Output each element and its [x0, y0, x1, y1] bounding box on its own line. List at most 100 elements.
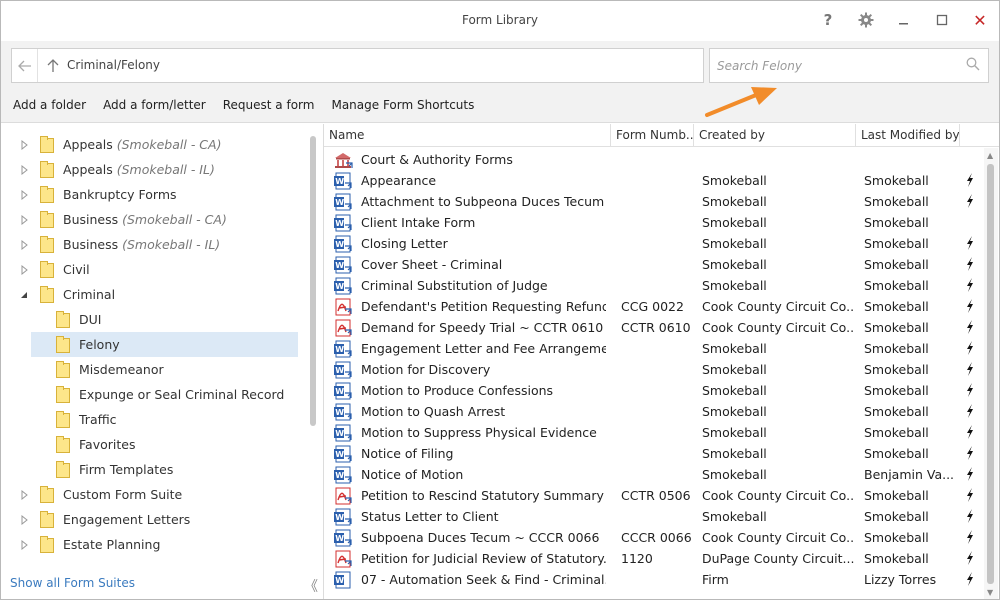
table-row[interactable]: W Status Letter to Client Smokeball Smokeba… — [324, 507, 984, 528]
tree-item[interactable]: Business (Smokeball - CA) — [1, 207, 301, 232]
minimize-icon — [899, 23, 908, 25]
table-row[interactable]: W Motion to Quash Arrest Smokeball Smokebal… — [324, 402, 984, 423]
tree-item-name: Bankruptcy Forms — [63, 187, 177, 202]
tree-item-label: Criminal — [63, 287, 115, 302]
search-input[interactable]: Search Felony — [709, 48, 989, 83]
cell-last-modified-by: Lizzy Torres — [864, 572, 937, 587]
word-doc-icon: W — [334, 571, 351, 589]
folder-icon — [40, 211, 54, 228]
table-row[interactable]: W 07 - Automation Seek & Find - Criminal.… — [324, 570, 984, 591]
collapsed-arrow-icon[interactable] — [19, 190, 29, 200]
table-row[interactable]: Demand for Speedy Trial ~ CCTR 0610 CCTR … — [324, 318, 984, 339]
collapsed-arrow-icon[interactable] — [19, 215, 29, 225]
add-folder-button[interactable]: Add a folder — [13, 98, 86, 112]
tree-item[interactable]: Business (Smokeball - IL) — [1, 232, 301, 257]
column-header-last-modified-by[interactable]: Last Modified by — [856, 124, 960, 147]
collapsed-arrow-icon[interactable] — [19, 490, 29, 500]
tree-item[interactable]: Civil — [1, 257, 301, 282]
table-row[interactable]: Defendant's Petition Requesting Refund..… — [324, 297, 984, 318]
cell-created-by: Cook County Circuit Co... — [702, 488, 854, 503]
tree-item-name: Expunge or Seal Criminal Record — [79, 387, 285, 402]
tree-item[interactable]: Custom Form Suite — [1, 482, 301, 507]
table-row[interactable]: W Notice of Motion Smokeball Benjamin Va... — [324, 465, 984, 486]
table-row[interactable]: W Subpoena Duces Tecum ~ CCCR 0066 CCCR 00… — [324, 528, 984, 549]
cell-created-by: Smokeball — [702, 446, 767, 461]
table-row[interactable]: Petition for Judicial Review of Statutor… — [324, 549, 984, 570]
tree-item-name: Estate Planning — [63, 537, 161, 552]
table-row[interactable]: W Criminal Substitution of Judge Smokeball… — [324, 276, 984, 297]
table-row[interactable]: W Attachment to Subpeona Duces Tecum Smoke… — [324, 192, 984, 213]
automation-bolt-icon — [967, 362, 973, 376]
help-button[interactable]: ? — [815, 9, 841, 31]
folder-icon — [40, 186, 54, 203]
tree-item[interactable]: Criminal — [1, 282, 301, 307]
collapse-panel-icon[interactable]: 《 — [304, 576, 318, 596]
cell-created-by: Smokeball — [702, 467, 767, 482]
up-button[interactable] — [42, 49, 64, 82]
maximize-button[interactable] — [929, 9, 955, 31]
table-row[interactable]: W Client Intake Form Smokeball Smokeball — [324, 213, 984, 234]
tree-scrollbar[interactable] — [310, 136, 316, 426]
table-row[interactable]: W Closing Letter Smokeball Smokeball — [324, 234, 984, 255]
close-button[interactable]: ✕ — [967, 9, 993, 31]
collapsed-arrow-icon[interactable] — [19, 240, 29, 250]
tree-item[interactable]: Engagement Letters — [1, 507, 301, 532]
tree-item[interactable]: Favorites — [1, 432, 301, 457]
table-row[interactable]: W Appearance Smokeball Smokeball — [324, 171, 984, 192]
show-all-form-suites-link[interactable]: Show all Form Suites — [10, 576, 135, 590]
table-row[interactable]: W Engagement Letter and Fee Arrangement Sm… — [324, 339, 984, 360]
folder-icon — [56, 361, 70, 378]
callout-arrow-icon — [705, 87, 777, 117]
tree-item[interactable]: Traffic — [1, 407, 301, 432]
cell-form-number: 1120 — [621, 551, 653, 566]
automation-bolt-icon — [967, 446, 973, 460]
tree-item-label: Custom Form Suite — [63, 487, 182, 502]
back-button[interactable] — [12, 49, 38, 82]
list-scrollbar-thumb[interactable] — [987, 164, 994, 584]
collapsed-arrow-icon[interactable] — [19, 140, 29, 150]
automation-bolt-icon — [967, 341, 973, 355]
table-row[interactable]: W Motion for Discovery Smokeball Smokeball — [324, 360, 984, 381]
collapsed-arrow-icon[interactable] — [19, 540, 29, 550]
search-icon[interactable] — [966, 57, 980, 71]
svg-text:W: W — [335, 450, 344, 459]
column-header-form-number[interactable]: Form Numb... — [611, 124, 694, 147]
tree-item[interactable]: DUI — [1, 307, 301, 332]
column-header-created-by[interactable]: Created by — [694, 124, 856, 147]
folder-icon — [56, 461, 70, 478]
table-row[interactable]: W Cover Sheet - Criminal Smokeball Smokebal… — [324, 255, 984, 276]
collapsed-arrow-icon[interactable] — [19, 515, 29, 525]
tree-item[interactable]: Appeals (Smokeball - CA) — [1, 132, 301, 157]
collapsed-arrow-icon[interactable] — [19, 165, 29, 175]
cell-created-by: Smokeball — [702, 215, 767, 230]
scroll-down-icon[interactable]: ▼ — [987, 588, 993, 597]
table-row[interactable]: Court & Authority Forms — [324, 150, 984, 171]
automation-bolt-icon — [967, 488, 973, 502]
minimize-button[interactable] — [891, 9, 917, 31]
word-doc-icon: W — [334, 508, 352, 526]
add-form-letter-button[interactable]: Add a form/letter — [103, 98, 206, 112]
table-row[interactable]: Petition to Rescind Statutory Summary S.… — [324, 486, 984, 507]
column-header-name[interactable]: Name — [324, 124, 611, 147]
scroll-up-icon[interactable]: ▲ — [987, 151, 993, 160]
tree-item[interactable]: Misdemeanor — [1, 357, 301, 382]
manage-form-shortcuts-button[interactable]: Manage Form Shortcuts — [331, 98, 474, 112]
tree-item[interactable]: Expunge or Seal Criminal Record — [1, 382, 301, 407]
tree-item[interactable]: Firm Templates — [1, 457, 301, 482]
cell-name: Demand for Speedy Trial ~ CCTR 0610 — [361, 320, 604, 335]
request-form-button[interactable]: Request a form — [223, 98, 315, 112]
word-doc-icon: W — [334, 235, 352, 253]
settings-button[interactable] — [853, 9, 879, 31]
tree-item-label: Bankruptcy Forms — [63, 187, 177, 202]
collapsed-arrow-icon[interactable] — [19, 265, 29, 275]
tree-item[interactable]: Appeals (Smokeball - IL) — [1, 157, 301, 182]
table-row[interactable]: W Notice of Filing Smokeball Smokeball — [324, 444, 984, 465]
tree-item[interactable]: Felony — [31, 332, 298, 357]
expanded-arrow-icon[interactable] — [19, 290, 29, 300]
automation-bolt-icon — [967, 320, 973, 334]
table-row[interactable]: W Motion to Produce Confessions Smokeball S… — [324, 381, 984, 402]
tree-item-name: Favorites — [79, 437, 136, 452]
tree-item[interactable]: Estate Planning — [1, 532, 301, 557]
tree-item[interactable]: Bankruptcy Forms — [1, 182, 301, 207]
table-row[interactable]: W Motion to Suppress Physical Evidence Smo… — [324, 423, 984, 444]
